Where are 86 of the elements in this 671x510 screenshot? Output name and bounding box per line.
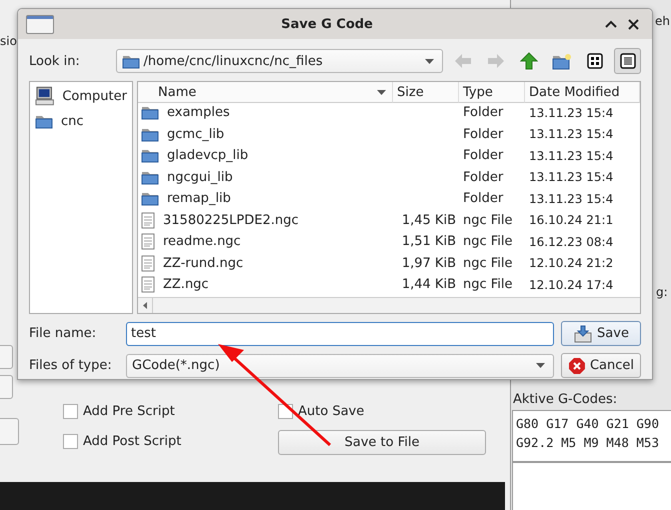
checkbox-label: Add Post Script	[83, 434, 182, 449]
column-header[interactable]: Size	[393, 82, 459, 103]
file-date: 12.10.24 21:2	[529, 256, 614, 270]
file-date: 13.11.23 15:4	[529, 127, 614, 142]
file-date: 13.11.23 15:4	[529, 106, 614, 120]
file-name[interactable]: examples	[167, 105, 230, 120]
folder-icon	[141, 126, 159, 142]
folder-icon	[141, 105, 159, 120]
checkbox-label: Add Pre Script	[83, 404, 175, 419]
folder-icon	[141, 170, 159, 185]
file-date: 13.11.23 15:4	[529, 192, 614, 206]
checkbox-label: Auto Save	[298, 404, 364, 419]
file-type: ngc File	[463, 256, 513, 271]
file-name[interactable]: ngcgui_lib	[167, 170, 233, 185]
file-size: 1,45 KiB	[402, 212, 456, 228]
folder-icon	[141, 148, 159, 164]
document-icon	[141, 254, 155, 272]
file-name[interactable]: ZZ-rund.ngc	[163, 256, 244, 271]
dropdown-caret-icon	[425, 58, 434, 64]
cut-label: eh	[655, 14, 670, 28]
gcodes-text: G80 G17 G40 G21 G90 G92.2 M5 M9 M48 M53	[512, 410, 671, 462]
close-icon[interactable]	[628, 18, 638, 30]
cut-label: sio	[0, 34, 17, 48]
checkbox[interactable]	[63, 404, 78, 419]
file-type-label: Files of type:	[29, 358, 113, 373]
document-icon	[141, 276, 155, 294]
new-folder-icon	[552, 52, 572, 70]
place-item[interactable]: cnc	[61, 114, 84, 129]
horizontal-scrollbar[interactable]	[138, 297, 640, 313]
view-button[interactable]	[614, 48, 642, 74]
save-icon	[573, 324, 594, 342]
gcodes-label: Aktive G-Codes:	[513, 392, 618, 407]
file-type: ngc File	[463, 212, 513, 228]
column-header[interactable]: Name	[138, 82, 393, 103]
file-date: 16.12.23 08:4	[529, 234, 614, 249]
file-type: Folder	[463, 126, 504, 142]
dropdown-caret-icon	[377, 90, 386, 94]
file-name-field[interactable]: test	[126, 322, 554, 346]
up-arrow-icon	[520, 52, 538, 70]
folder-icon	[122, 54, 140, 68]
file-name[interactable]: gladevcp_lib	[167, 148, 248, 164]
maximize-icon[interactable]	[605, 20, 617, 28]
file-type: Folder	[463, 105, 504, 120]
file-date: 16.10.24 21:1	[529, 213, 614, 228]
save-button[interactable]: Save	[561, 321, 641, 346]
file-name[interactable]: readme.ngc	[163, 234, 241, 250]
grid-view-icon	[586, 53, 603, 69]
file-type: ngc File	[463, 234, 513, 250]
file-name[interactable]: ZZ.ngc	[163, 277, 209, 292]
column-header[interactable]: Date Modified	[525, 82, 640, 103]
cancel-icon	[568, 356, 586, 374]
dropdown-caret-icon	[536, 363, 545, 368]
place-item[interactable]: Computer	[62, 88, 127, 104]
file-date: 13.11.23 15:4	[529, 170, 614, 184]
checkbox[interactable]	[63, 434, 78, 449]
file-name-label: File name:	[29, 326, 98, 341]
back-arrow-icon	[454, 53, 472, 69]
file-type: ngc File	[463, 277, 513, 292]
window-icon	[26, 14, 54, 34]
file-name[interactable]: remap_lib	[167, 191, 231, 206]
file-name[interactable]: 31580225LPDE2.ngc	[163, 212, 299, 228]
file-type: Folder	[463, 170, 504, 185]
forward-arrow-icon	[486, 53, 505, 69]
document-icon	[141, 233, 155, 250]
file-size: 1,44 KiB	[402, 277, 456, 292]
window-title: Save G Code	[280, 16, 374, 32]
cancel-button[interactable]: Cancel	[561, 353, 641, 378]
folder-icon	[141, 191, 159, 206]
file-type: Folder	[463, 148, 504, 164]
file-type-dropdown[interactable]: GCode(*.ngc)	[126, 354, 554, 378]
file-date: 12.10.24 17:4	[529, 278, 614, 292]
file-size: 1,51 KiB	[402, 234, 456, 250]
file-date: 13.11.23 15:4	[529, 148, 614, 163]
document-icon	[141, 212, 155, 229]
look-in-label: Look in:	[29, 54, 81, 68]
cut-label: g:	[656, 285, 668, 299]
file-size: 1,97 KiB	[402, 256, 456, 271]
detail-view-icon	[620, 53, 636, 69]
computer-icon	[35, 86, 54, 106]
scroll-left-icon[interactable]	[143, 302, 147, 309]
file-name[interactable]: gcmc_lib	[167, 126, 224, 142]
look-in-dropdown[interactable]: /home/cnc/linuxcnc/nc_files	[116, 49, 444, 73]
save-to-file-button[interactable]: Save to File	[278, 430, 486, 455]
file-type: Folder	[463, 191, 504, 206]
column-header[interactable]: Type	[459, 82, 525, 103]
folder-icon	[35, 114, 53, 129]
